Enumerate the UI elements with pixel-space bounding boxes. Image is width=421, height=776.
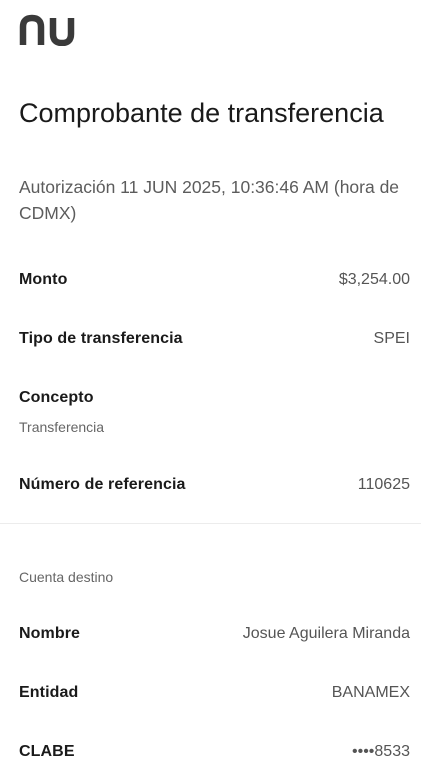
monto-value: $3,254.00 xyxy=(338,271,410,288)
tipo-transferencia-value: SPEI xyxy=(373,330,410,347)
nombre-value: Josue Aguilera Miranda xyxy=(242,625,410,642)
page-title: Comprobante de transferencia xyxy=(19,98,384,128)
concepto-value: Transferencia xyxy=(19,419,105,435)
concepto-label: Concepto xyxy=(19,389,94,406)
monto-label: Monto xyxy=(19,271,68,288)
section-divider xyxy=(0,523,421,524)
clabe-row: CLABE ••••8533 xyxy=(19,743,410,761)
tipo-transferencia-row: Tipo de transferencia SPEI xyxy=(19,330,410,348)
concepto-row: Concepto xyxy=(19,389,410,407)
numero-referencia-label: Número de referencia xyxy=(19,476,186,493)
tipo-transferencia-label: Tipo de transferencia xyxy=(19,330,183,347)
nu-logo xyxy=(19,14,77,46)
numero-referencia-row: Número de referencia 110625 xyxy=(19,476,410,494)
numero-referencia-value: 110625 xyxy=(357,476,410,493)
clabe-value: ••••8533 xyxy=(352,743,410,760)
nombre-row: Nombre Josue Aguilera Miranda xyxy=(19,625,410,643)
nombre-label: Nombre xyxy=(19,625,81,642)
monto-row: Monto $3,254.00 xyxy=(19,271,410,289)
entidad-value: BANAMEX xyxy=(331,684,410,701)
clabe-label: CLABE xyxy=(19,743,75,760)
authorization-timestamp: Autorización 11 JUN 2025, 10:36:46 AM (h… xyxy=(19,177,400,223)
entidad-label: Entidad xyxy=(19,684,79,701)
cuenta-destino-label: Cuenta destino xyxy=(19,569,114,585)
entidad-row: Entidad BANAMEX xyxy=(19,684,410,702)
